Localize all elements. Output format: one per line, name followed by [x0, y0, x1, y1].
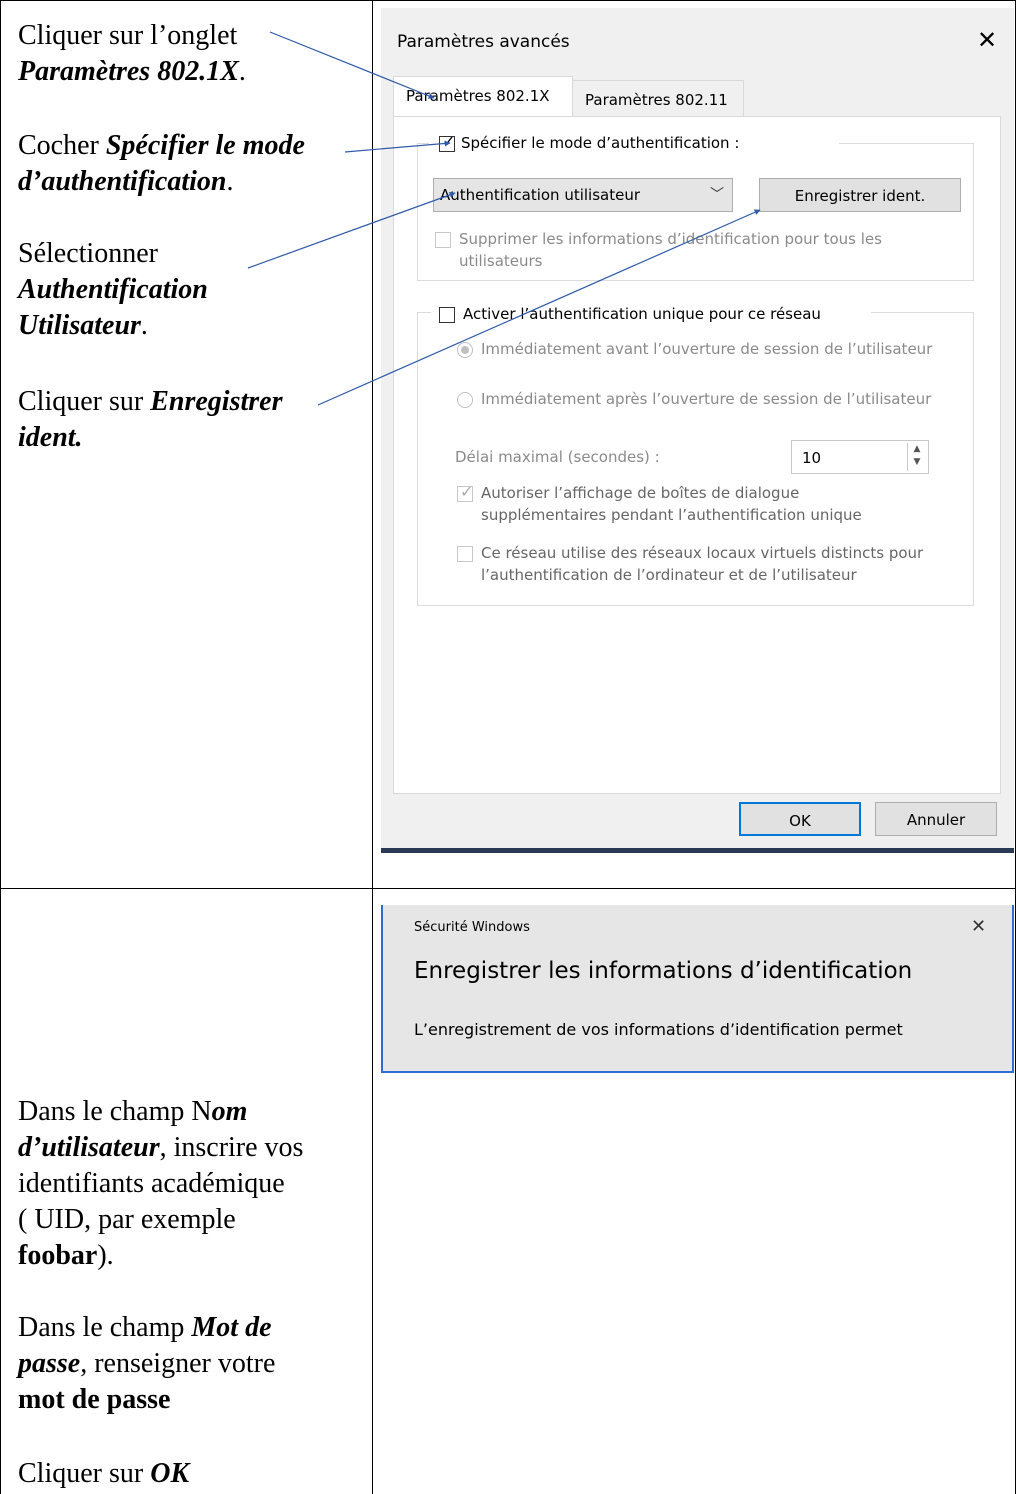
arrow-save — [317, 209, 761, 406]
arrow-select — [247, 192, 456, 269]
arrow-tab — [269, 31, 435, 99]
arrow-checkbox — [344, 140, 451, 153]
annotation-arrows — [247, 31, 761, 406]
